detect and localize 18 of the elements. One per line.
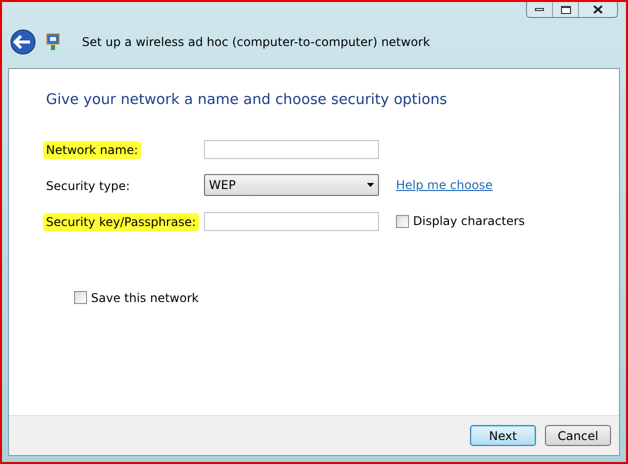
help-link[interactable]: Help me choose: [396, 176, 493, 194]
checkbox-label: Display characters: [413, 213, 525, 230]
field-label: Security key/Passphrase:: [43, 213, 199, 232]
checkbox[interactable]: [74, 291, 87, 304]
checkbox-label: Save this network: [91, 290, 199, 307]
close-icon: [593, 5, 603, 14]
field-label: Network name:: [43, 141, 141, 160]
dialog-button[interactable]: Cancel: [545, 425, 611, 446]
input-field[interactable]: [204, 212, 379, 231]
caret-icon: [367, 183, 374, 188]
input-field[interactable]: [204, 140, 379, 159]
checkbox[interactable]: [396, 214, 409, 228]
security-type-dropdown[interactable]: WEP: [204, 174, 379, 196]
window-title: Set up a wireless ad hoc (computer-to-computer) network: [82, 34, 430, 51]
dialog-button[interactable]: Next: [470, 425, 536, 446]
network-icon: [45, 33, 61, 51]
field-label: Security type:: [45, 179, 131, 194]
page-heading: Give your network a name and choose security options: [46, 91, 448, 110]
